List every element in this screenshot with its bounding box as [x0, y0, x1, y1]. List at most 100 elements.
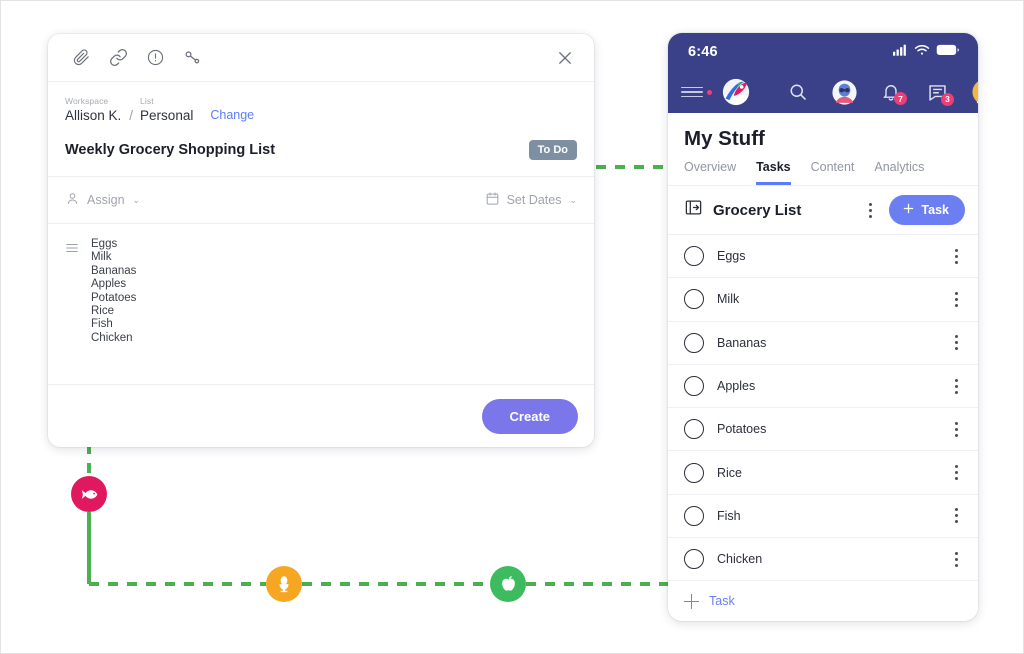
menu-notification-dot: [707, 89, 712, 95]
mobile-app-preview: 6:46 7 3 My Stuff Overview Tasks Content…: [668, 33, 978, 621]
status-bar: 6:46: [668, 33, 978, 71]
task-kebab-menu-icon[interactable]: [947, 418, 965, 440]
table-row[interactable]: Chicken: [668, 538, 978, 582]
task-creation-card: Workspace Allison K. / List Personal Cha…: [48, 34, 594, 447]
task-kebab-menu-icon[interactable]: [947, 332, 965, 354]
egg-icon: [279, 576, 289, 593]
list-header: Grocery List Task: [668, 186, 978, 235]
task-label: Eggs: [717, 249, 746, 264]
phone-body: My Stuff Overview Tasks Content Analytic…: [668, 113, 978, 621]
messages-button[interactable]: 3: [927, 82, 954, 106]
task-label: Fish: [717, 508, 741, 523]
add-task-link-label: Task: [709, 594, 735, 609]
table-row[interactable]: Bananas: [668, 322, 978, 365]
tab-analytics[interactable]: Analytics: [874, 160, 924, 185]
user-avatar-icon[interactable]: [832, 79, 857, 105]
workspace-label: Workspace: [65, 96, 109, 106]
set-dates-label: Set Dates: [506, 193, 562, 207]
task-title-row: Weekly Grocery Shopping List To Do: [48, 130, 594, 177]
list-kebab-menu-icon[interactable]: [861, 199, 879, 221]
signal-icon: [893, 43, 908, 61]
task-checkbox[interactable]: [684, 462, 704, 483]
task-description-area[interactable]: Eggs Milk Bananas Apples Potatoes Rice F…: [48, 224, 594, 385]
hamburger-icon: [681, 86, 703, 98]
task-checkbox[interactable]: [684, 549, 704, 570]
tab-tasks[interactable]: Tasks: [756, 160, 791, 185]
list-item: Potatoes: [91, 291, 137, 304]
card-toolbar: [48, 34, 594, 82]
list-header-title: Grocery List: [713, 201, 802, 219]
task-checkbox[interactable]: [684, 505, 704, 526]
task-kebab-menu-icon[interactable]: [947, 462, 965, 484]
list-lines-icon: [65, 241, 79, 260]
table-row[interactable]: Fish: [668, 495, 978, 539]
table-row[interactable]: Apples: [668, 365, 978, 409]
calendar-icon: [485, 191, 500, 209]
battery-icon: [936, 43, 960, 61]
task-kebab-menu-icon[interactable]: [947, 245, 965, 267]
fish-icon: [81, 489, 97, 499]
task-kebab-menu-icon[interactable]: [947, 505, 965, 527]
screenshot-canvas: Workspace Allison K. / List Personal Cha…: [0, 0, 1024, 654]
set-dates-control[interactable]: Set Dates ⌄: [485, 191, 577, 209]
app-bar: 7 3: [668, 71, 978, 113]
task-label: Apples: [717, 379, 756, 394]
list-item: Apples: [91, 278, 127, 291]
breadcrumb-separator: /: [129, 108, 134, 123]
tabs-row: Overview Tasks Content Analytics: [668, 160, 978, 186]
chevron-down-icon: ⌄: [569, 194, 577, 205]
task-kebab-menu-icon[interactable]: [947, 548, 965, 570]
assign-label: Assign: [87, 193, 125, 207]
wifi-icon: [914, 43, 930, 61]
subtask-icon[interactable]: [175, 41, 209, 75]
list-item: Fish: [91, 318, 113, 331]
task-title[interactable]: Weekly Grocery Shopping List: [65, 142, 275, 158]
workspace-value: Allison K.: [65, 108, 122, 123]
profile-avatar-icon[interactable]: [972, 79, 978, 105]
task-label: Potatoes: [717, 422, 767, 437]
task-list: Eggs Milk Bananas Apples Potatoes Rice F…: [668, 235, 978, 582]
task-kebab-menu-icon[interactable]: [947, 375, 965, 397]
close-icon[interactable]: [552, 45, 578, 71]
list-item: Chicken: [91, 331, 133, 344]
task-checkbox[interactable]: [684, 289, 704, 310]
status-badge[interactable]: To Do: [528, 140, 577, 160]
apple-icon: [501, 575, 515, 591]
plus-icon: [684, 593, 699, 609]
task-label: Milk: [717, 292, 740, 307]
task-checkbox[interactable]: [684, 332, 704, 353]
task-kebab-menu-icon[interactable]: [947, 288, 965, 310]
assign-control[interactable]: Assign ⌄: [65, 191, 140, 209]
table-row[interactable]: Potatoes: [668, 408, 978, 452]
priority-icon[interactable]: [138, 41, 172, 75]
search-icon[interactable]: [788, 82, 808, 102]
paperclip-icon[interactable]: [64, 41, 98, 75]
hamburger-menu-button[interactable]: [681, 86, 712, 98]
table-row[interactable]: Milk: [668, 278, 978, 322]
breadcrumb-workspace[interactable]: Workspace Allison K.: [65, 96, 121, 124]
add-task-inline-link[interactable]: Task: [668, 581, 978, 621]
table-row[interactable]: Rice: [668, 451, 978, 495]
task-checkbox[interactable]: [684, 376, 704, 397]
breadcrumb-list[interactable]: List Personal: [140, 96, 193, 124]
messages-badge: 3: [941, 92, 954, 106]
chevron-down-icon: ⌄: [132, 194, 141, 205]
fish-node[interactable]: [71, 476, 107, 512]
tab-content[interactable]: Content: [811, 160, 855, 185]
tab-overview[interactable]: Overview: [684, 160, 736, 185]
rocket-logo-icon[interactable]: [722, 78, 750, 106]
open-list-icon[interactable]: [684, 198, 703, 222]
notifications-button[interactable]: 7: [881, 82, 907, 105]
status-time: 6:46: [688, 44, 718, 60]
task-checkbox[interactable]: [684, 419, 704, 440]
task-checkbox[interactable]: [684, 246, 704, 267]
link-icon[interactable]: [101, 41, 135, 75]
add-task-button[interactable]: Task: [889, 195, 965, 225]
change-link[interactable]: Change: [210, 107, 254, 124]
table-row[interactable]: Eggs: [668, 235, 978, 279]
create-button[interactable]: Create: [481, 398, 578, 434]
add-task-button-label: Task: [921, 203, 949, 217]
egg-node[interactable]: [266, 566, 302, 602]
apple-node[interactable]: [490, 566, 526, 602]
plus-icon: [902, 202, 915, 218]
